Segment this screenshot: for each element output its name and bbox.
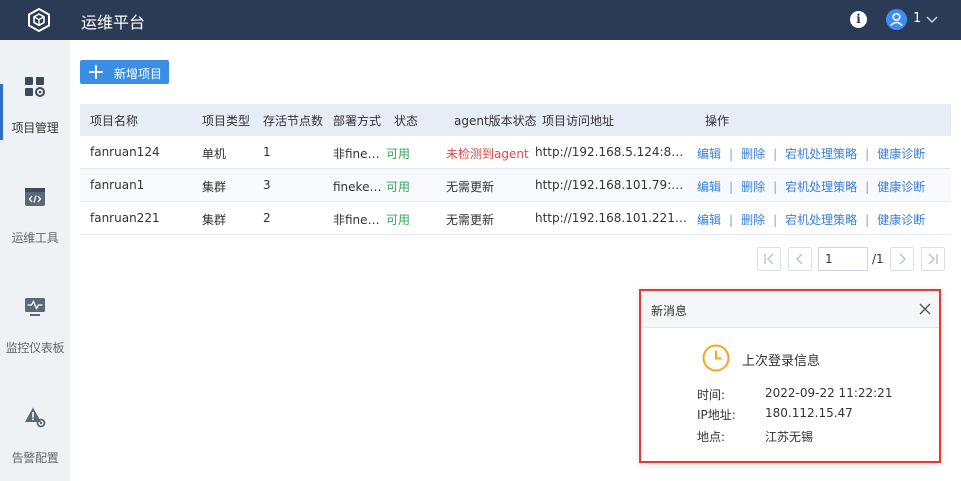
sidebar-item-monitor-dashboard[interactable]: 监控仪表板 — [0, 260, 70, 370]
cell-actions: 编辑 | 删除 | 宕机处理策略 | 健康诊断 — [697, 180, 926, 194]
sidebar: 项目管理 运维工具 监控仪表板 告警配置 — [0, 40, 70, 481]
user-avatar-icon[interactable] — [886, 9, 907, 30]
cell-agent-status: 无需更新 — [446, 213, 495, 227]
sidebar-item-label: 运维工具 — [11, 231, 59, 245]
info-icon[interactable]: i — [850, 11, 867, 28]
cell-actions: 编辑 | 删除 | 宕机处理策略 | 健康诊断 — [697, 147, 926, 161]
popup-header: 新消息 — [641, 291, 939, 328]
cell-url: http://192.168.5.124:8080/webroot/decisi… — [535, 145, 687, 159]
cell-url: http://192.168.101.79:80/webroot/decisio… — [535, 178, 687, 192]
grid-gear-icon — [25, 77, 45, 97]
cell-nodes: 3 — [263, 178, 271, 192]
app-title: 运维平台 — [81, 13, 146, 32]
delete-link[interactable]: 删除 — [741, 147, 765, 161]
chevron-left-icon — [795, 253, 803, 265]
warning-gear-icon — [25, 407, 46, 428]
delete-link[interactable]: 删除 — [741, 213, 765, 227]
cell-agent-status: 未检测到agent — [446, 147, 529, 161]
field-value: 2022-09-22 11:22:21 — [765, 386, 893, 400]
table-row: fanruan1 集群 3 finekey部署 可用 无需更新 http://1… — [80, 169, 951, 202]
cell-status: 可用 — [386, 213, 411, 227]
table-row: fanruan124 单机 1 非finekey部署 可用 未检测到agent … — [80, 136, 951, 169]
health-diagnosis-link[interactable]: 健康诊断 — [877, 213, 925, 227]
last-page-icon — [928, 253, 938, 265]
first-page-button[interactable] — [757, 247, 781, 271]
cell-name: fanruan1 — [90, 178, 145, 192]
next-page-button[interactable] — [890, 247, 914, 271]
cell-actions: 编辑 | 删除 | 宕机处理策略 | 健康诊断 — [697, 213, 926, 227]
cell-type: 集群 — [202, 213, 227, 227]
cell-deploy: 非finekey部署 — [333, 147, 383, 161]
top-bar: 运维平台 i 1 — [0, 0, 961, 40]
plus-icon — [89, 65, 103, 79]
cell-agent-status: 无需更新 — [446, 180, 495, 194]
downtime-policy-link[interactable]: 宕机处理策略 — [785, 180, 857, 194]
chevron-right-icon — [899, 253, 907, 265]
field-value: 江苏无锡 — [765, 430, 814, 444]
user-name[interactable]: 1 — [913, 11, 921, 26]
code-window-icon — [25, 188, 45, 206]
column-header-name: 项目名称 — [90, 114, 139, 128]
logo-cube-icon — [28, 7, 50, 33]
column-header-agent: agent版本状态 — [454, 114, 537, 128]
cell-name: fanruan221 — [90, 211, 160, 225]
column-header-nodes: 存活节点数 — [263, 114, 324, 128]
last-login-heading: 上次登录信息 — [742, 354, 821, 369]
sidebar-item-label: 项目管理 — [11, 121, 59, 135]
cell-name: fanruan124 — [90, 145, 160, 159]
edit-link[interactable]: 编辑 — [697, 213, 721, 227]
health-diagnosis-link[interactable]: 健康诊断 — [877, 147, 925, 161]
cell-type: 集群 — [202, 180, 227, 194]
first-page-icon — [764, 253, 774, 265]
monitor-pulse-icon — [25, 298, 45, 316]
clock-icon — [702, 344, 730, 372]
column-header-status: 状态 — [394, 114, 419, 128]
close-icon[interactable] — [919, 303, 931, 315]
page-total: /1 — [872, 252, 884, 266]
sidebar-item-label: 告警配置 — [11, 451, 59, 465]
delete-link[interactable]: 删除 — [741, 180, 765, 194]
column-header-type: 项目类型 — [202, 114, 251, 128]
add-project-button[interactable]: 新增项目 — [80, 60, 169, 84]
cell-nodes: 1 — [263, 145, 271, 159]
cell-deploy: finekey部署 — [333, 180, 383, 194]
prev-page-button[interactable] — [788, 247, 812, 271]
cell-nodes: 2 — [263, 211, 271, 225]
downtime-policy-link[interactable]: 宕机处理策略 — [785, 147, 857, 161]
cell-status: 可用 — [386, 180, 411, 194]
column-header-deploy: 部署方式 — [333, 114, 382, 128]
sidebar-item-project-management[interactable]: 项目管理 — [0, 40, 70, 150]
cell-status: 可用 — [386, 147, 411, 161]
add-project-label: 新增项目 — [114, 67, 163, 81]
downtime-policy-link[interactable]: 宕机处理策略 — [785, 213, 857, 227]
chevron-down-icon[interactable] — [926, 13, 938, 25]
new-message-popup: 新消息 上次登录信息 时间: 2022-09-22 11:22:21 IP地址:… — [639, 289, 941, 463]
field-label: 时间: — [697, 388, 726, 402]
field-label: IP地址: — [697, 408, 736, 422]
table-row: fanruan221 集群 2 非finekey部署 可用 无需更新 http:… — [80, 202, 951, 235]
page-number-input[interactable] — [818, 247, 868, 271]
table-header: 项目名称 项目类型 存活节点数 部署方式 状态 agent版本状态 项目访问地址… — [80, 104, 951, 136]
edit-link[interactable]: 编辑 — [697, 147, 721, 161]
cell-deploy: 非finekey部署 — [333, 213, 383, 227]
column-header-actions: 操作 — [705, 114, 730, 128]
field-value: 180.112.15.47 — [765, 406, 853, 420]
cell-type: 单机 — [202, 147, 227, 161]
column-header-url: 项目访问地址 — [542, 114, 615, 128]
edit-link[interactable]: 编辑 — [697, 180, 721, 194]
sidebar-item-alert-config[interactable]: 告警配置 — [0, 370, 70, 480]
cell-url: http://192.168.101.221/webroot/decision — [535, 211, 687, 225]
sidebar-item-ops-tools[interactable]: 运维工具 — [0, 150, 70, 260]
field-label: 地点: — [697, 430, 726, 444]
last-page-button[interactable] — [921, 247, 945, 271]
popup-title: 新消息 — [651, 304, 688, 318]
health-diagnosis-link[interactable]: 健康诊断 — [877, 180, 925, 194]
sidebar-item-label: 监控仪表板 — [5, 341, 65, 355]
